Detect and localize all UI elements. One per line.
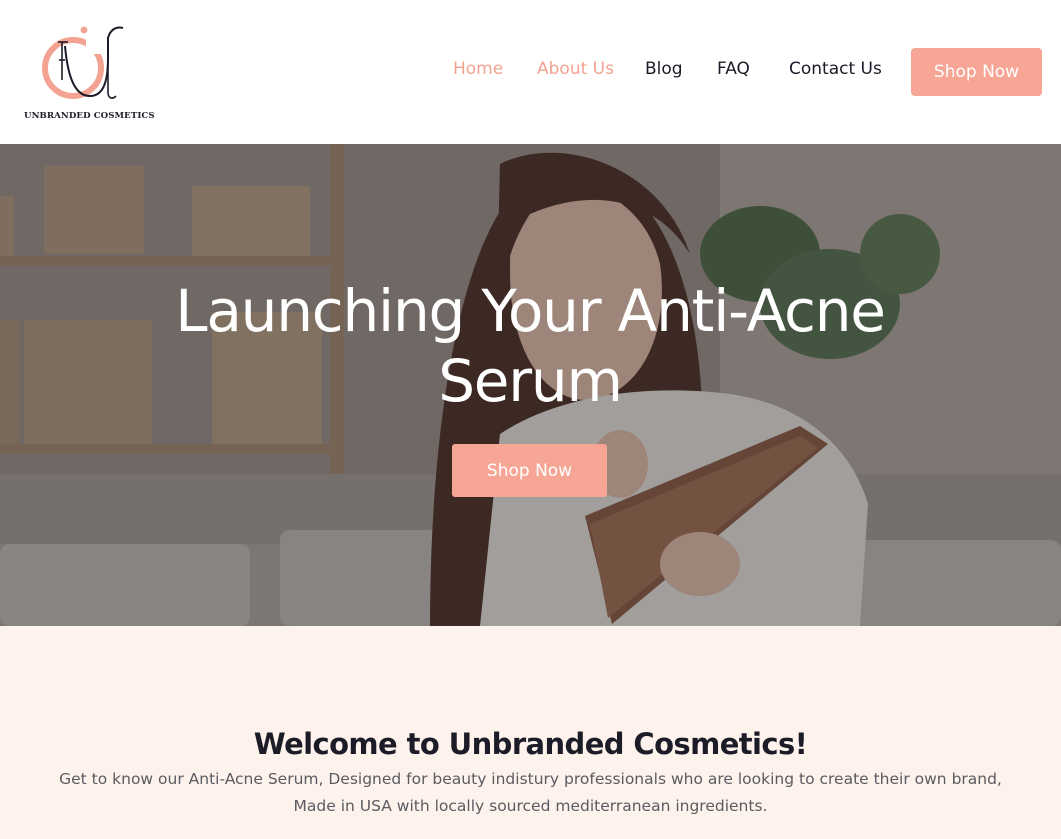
nav-item-home[interactable]: Home bbox=[453, 59, 503, 79]
nav-item-faq[interactable]: FAQ bbox=[717, 59, 750, 79]
site-header: UNBRANDED COSMETICS Home About Us Blog F… bbox=[0, 0, 1061, 144]
nav-item-contact-us[interactable]: Contact Us bbox=[789, 59, 882, 79]
hero-banner: Launching Your Anti-Acne Serum Shop Now bbox=[0, 144, 1061, 626]
brand-logo[interactable]: UNBRANDED COSMETICS bbox=[24, 22, 155, 124]
welcome-title: Welcome to Unbranded Cosmetics! bbox=[253, 727, 808, 761]
nav-item-about-us[interactable]: About Us bbox=[537, 59, 614, 79]
cu-monogram-logo-icon bbox=[42, 26, 126, 99]
hero-shop-now-button[interactable]: Shop Now bbox=[452, 444, 607, 497]
welcome-section: Welcome to Unbranded Cosmetics! Get to k… bbox=[0, 626, 1061, 839]
hero-title: Launching Your Anti-Acne Serum bbox=[175, 277, 886, 415]
header-shop-now-button[interactable]: Shop Now bbox=[911, 48, 1042, 96]
brand-name: UNBRANDED COSMETICS bbox=[24, 111, 155, 121]
nav-item-blog[interactable]: Blog bbox=[645, 59, 683, 79]
welcome-description: Get to know our Anti-Acne Serum, Designe… bbox=[59, 770, 1002, 815]
